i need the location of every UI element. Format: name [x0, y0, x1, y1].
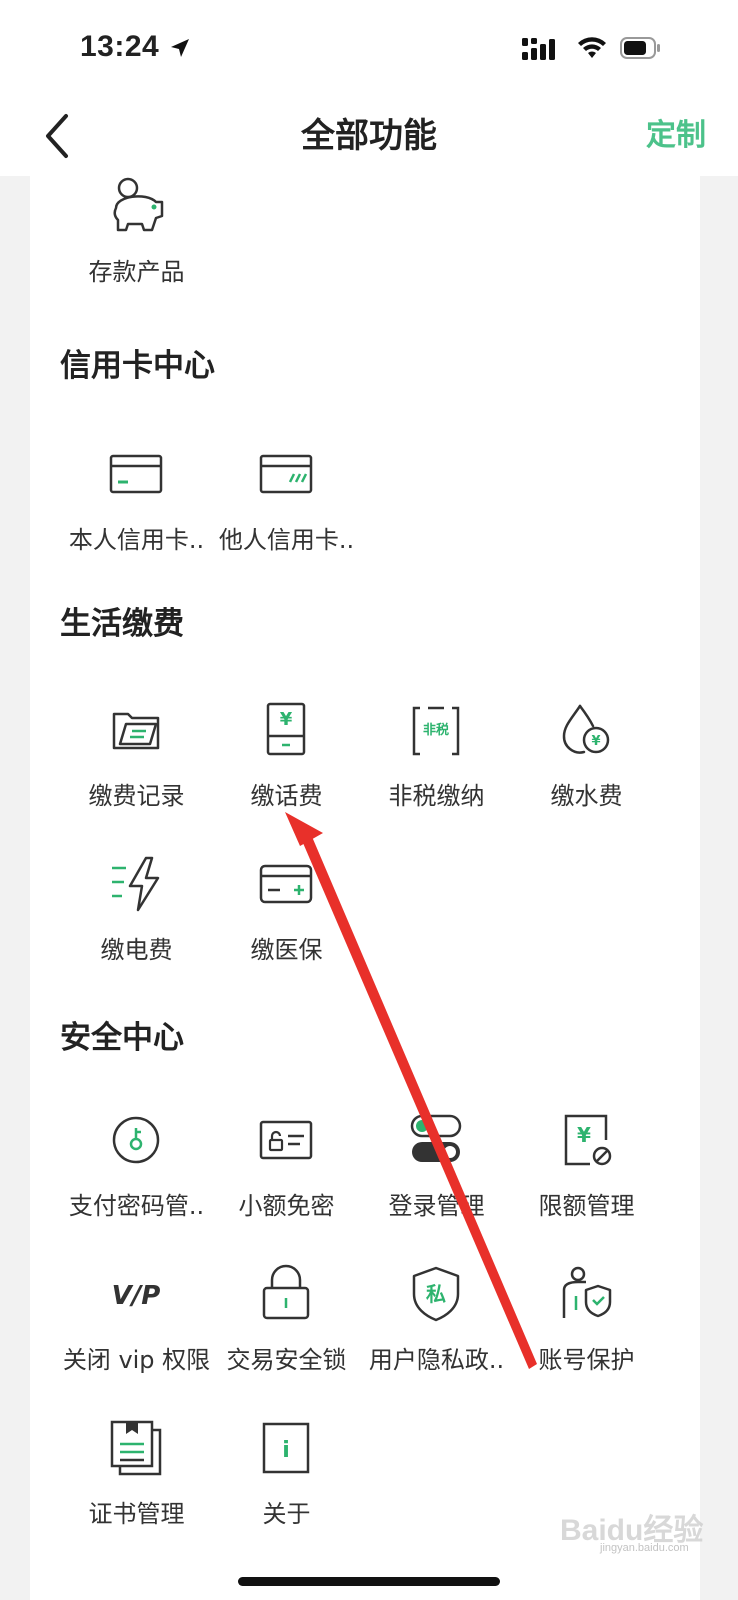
key-icon: [112, 1116, 160, 1164]
tile-label: 登录管理: [388, 1192, 485, 1220]
privacy-shield-icon: 私: [412, 1266, 460, 1322]
section-title-security: 安全中心: [60, 1020, 184, 1056]
tile-label: 缴医保: [250, 936, 323, 964]
tile-login-management[interactable]: 登录管理: [360, 1110, 513, 1240]
vip-icon: V/P: [112, 1281, 161, 1311]
yuan-glyph: ¥: [591, 734, 600, 749]
tile-own-credit-card[interactable]: 本人信用卡..: [60, 444, 213, 574]
tile-label: 证书管理: [88, 1500, 185, 1528]
tile-small-amount-free[interactable]: 小额免密: [210, 1110, 363, 1240]
tile-label: 交易安全锁: [226, 1346, 347, 1374]
wifi-icon: [578, 37, 606, 58]
info-icon: i: [262, 1422, 310, 1474]
non-tax-icon: 非税: [412, 706, 460, 756]
baidu-watermark-url: jingyan.baidu.com: [600, 1542, 689, 1554]
tile-label: 缴话费: [250, 782, 323, 810]
certificate-icon: [110, 1420, 162, 1476]
tile-label: 关闭 vip 权限: [62, 1346, 211, 1374]
other-card-icon: [259, 454, 313, 494]
tile-other-credit-card[interactable]: 他人信用卡..: [210, 444, 363, 574]
tile-label: 缴费记录: [88, 782, 185, 810]
tile-payment-records[interactable]: 缴费记录: [60, 700, 213, 830]
tile-label: 账号保护: [538, 1346, 635, 1374]
tile-label: 缴水费: [550, 782, 623, 810]
yuan-glyph: ¥: [577, 1123, 591, 1147]
water-bill-icon: ¥: [562, 704, 610, 754]
section-title-credit: 信用卡中心: [60, 348, 215, 384]
tile-deposit-products[interactable]: 存款产品: [60, 176, 213, 306]
tile-label: 存款产品: [88, 258, 185, 286]
tile-label: 他人信用卡..: [218, 526, 355, 554]
tile-payment-password[interactable]: 支付密码管..: [60, 1110, 213, 1240]
privacy-glyph: 私: [426, 1282, 446, 1306]
tile-label: 小额免密: [238, 1192, 335, 1220]
small-payment-icon: [259, 1120, 313, 1160]
lock-icon: [262, 1264, 310, 1320]
status-time: 13:24: [80, 30, 160, 63]
tile-label: 缴电费: [100, 936, 173, 964]
tile-label: 用户隐私政..: [368, 1346, 505, 1374]
tile-close-vip[interactable]: V/P 关闭 vip 权限: [60, 1264, 213, 1394]
home-indicator[interactable]: [238, 1577, 500, 1586]
tile-limit-management[interactable]: ¥ 限额管理: [510, 1110, 663, 1240]
tile-non-tax[interactable]: 非税 非税缴纳: [360, 700, 513, 830]
customize-button[interactable]: 定制: [646, 110, 706, 162]
login-toggle-icon: [410, 1114, 462, 1162]
vip-glyph: V/P: [112, 1281, 161, 1311]
non-tax-glyph: 非税: [423, 722, 449, 738]
phone-bill-icon: ¥: [266, 702, 306, 756]
function-list: 存款产品 信用卡中心 本人信用卡.. 他人信用卡.. 生活缴费 缴费记录 ¥ 缴…: [30, 176, 700, 1600]
page-title: 全部功能: [301, 116, 437, 156]
credit-card-icon: [109, 454, 163, 494]
tile-label: 关于: [262, 1500, 311, 1528]
tile-about[interactable]: i 关于: [210, 1418, 363, 1548]
nav-bar: 全部功能 定制: [0, 100, 738, 176]
piggy-bank-icon: [113, 177, 164, 232]
tile-account-protection[interactable]: 账号保护: [510, 1264, 663, 1394]
cellular-signal-icon: [522, 38, 555, 60]
tile-electricity-bill[interactable]: 缴电费: [60, 854, 213, 984]
medical-insurance-icon: [259, 864, 313, 904]
tile-label: 限额管理: [538, 1192, 635, 1220]
yuan-glyph: ¥: [280, 709, 293, 730]
tile-water-bill[interactable]: ¥ 缴水费: [510, 700, 663, 830]
section-title-life: 生活缴费: [60, 606, 184, 642]
status-bar: 13:24: [0, 0, 738, 100]
tile-transaction-lock[interactable]: 交易安全锁: [210, 1264, 363, 1394]
battery-icon: [620, 37, 660, 59]
account-protect-icon: [562, 1266, 612, 1318]
tile-label: 非税缴纳: [388, 782, 485, 810]
limit-icon: ¥: [564, 1114, 612, 1166]
electricity-bill-icon: [112, 856, 160, 912]
tile-label: 本人信用卡..: [68, 526, 205, 554]
tile-privacy-policy[interactable]: 私 用户隐私政..: [360, 1264, 513, 1394]
tile-medical-insurance[interactable]: 缴医保: [210, 854, 363, 984]
location-arrow-icon: [171, 39, 189, 57]
payment-record-icon: [112, 712, 160, 750]
info-glyph: i: [282, 1438, 290, 1463]
tile-certificate-management[interactable]: 证书管理: [60, 1418, 213, 1548]
tile-phone-bill[interactable]: ¥ 缴话费: [210, 700, 363, 830]
tile-label: 支付密码管..: [68, 1192, 205, 1220]
